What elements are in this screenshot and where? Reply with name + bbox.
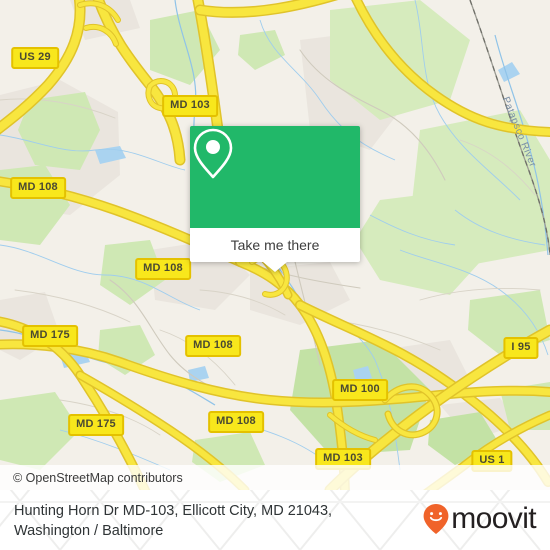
take-me-there-button[interactable]: Take me there bbox=[190, 228, 360, 272]
map-canvas[interactable]: .land { fill:#f3f0e9; } .resid { fill:#e… bbox=[0, 0, 550, 490]
map-attribution[interactable]: © OpenStreetMap contributors bbox=[0, 465, 550, 490]
map-pin-icon bbox=[193, 128, 233, 179]
moovit-smiley-pin-icon bbox=[423, 504, 449, 534]
route-shield: I 95 bbox=[503, 337, 539, 359]
route-shield: MD 175 bbox=[22, 325, 78, 347]
route-shield: MD 100 bbox=[332, 379, 388, 401]
footer-bar: Hunting Horn Dr MD-103, Ellicott City, M… bbox=[0, 490, 550, 550]
route-shield: MD 108 bbox=[135, 258, 191, 280]
location-popup[interactable]: Take me there bbox=[190, 126, 360, 272]
route-shield: MD 108 bbox=[10, 177, 66, 199]
moovit-logo: moovit bbox=[423, 502, 537, 535]
route-shield: MD 103 bbox=[162, 95, 218, 117]
location-caption: Hunting Horn Dr MD-103, Ellicott City, M… bbox=[14, 501, 404, 541]
moovit-wordmark: moovit bbox=[451, 502, 536, 535]
popup-tail bbox=[263, 262, 287, 272]
caption-line-2: Washington / Baltimore bbox=[14, 523, 164, 539]
caption-line-1: Hunting Horn Dr MD-103, Ellicott City, M… bbox=[14, 503, 333, 519]
route-shield: MD 175 bbox=[68, 414, 124, 436]
route-shield: MD 108 bbox=[208, 411, 264, 433]
route-shield: MD 108 bbox=[185, 335, 241, 357]
take-me-there-label: Take me there bbox=[230, 237, 320, 253]
popup-header bbox=[190, 126, 360, 228]
moovit-map-screenshot: .land { fill:#f3f0e9; } .resid { fill:#e… bbox=[0, 0, 550, 550]
attribution-text: © OpenStreetMap contributors bbox=[13, 470, 183, 485]
route-shield: US 29 bbox=[11, 47, 59, 69]
